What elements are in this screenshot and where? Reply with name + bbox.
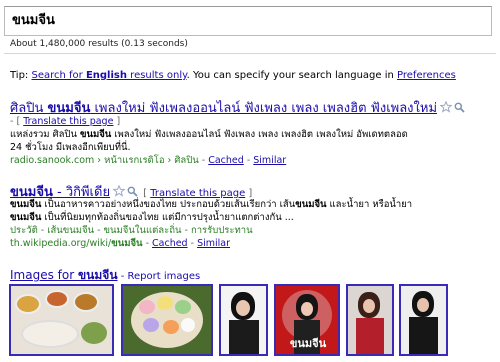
url-part: th.wikipedia.org/wiki/ [10,238,112,249]
image-thumbnail-singer-3[interactable] [346,284,394,356]
images-link[interactable]: Images for ขนมจีน [10,268,118,282]
snippet-text: แหล่งรวม ศิลปิน [10,129,80,140]
star-icon[interactable] [113,185,126,197]
snippet-bold: ขนมจีน [79,129,112,140]
snippet-bold: ขนมจีน [295,199,327,210]
result-url: radio.sanook.com › หน้าแรกเรดิโอ › ศิลปิ… [10,155,199,166]
preferences-link[interactable]: Preferences [397,70,456,81]
english-link-suffix: results only [127,70,187,81]
sitelink[interactable]: ประวัติ [10,225,38,236]
similar-link[interactable]: Similar [197,238,230,249]
language-tip: Tip: Search for English results only. Yo… [10,70,456,81]
title-bold: ขนมจีน [47,101,91,116]
result-snippet: 24 ชั่วโมง มีเพลงอีกเพียบที่นี่. [10,142,131,153]
images-section-header: Images for ขนมจีน - Report images [10,264,200,285]
translate-bracket: ] [113,116,121,127]
result-snippet: ขนมจีน เป็นที่นิยมทุกท้องถิ่นของไทย แต่ม… [10,211,496,224]
images-title-part: Images for [10,268,78,282]
snippet-bold: ขนมจีน [10,212,42,223]
url-bold: ขนมจีน [111,238,143,249]
search-result: ศิลปิน ขนมจีน เพลงใหม่ ฟังเพลงออนไลน์ ฟั… [10,97,496,167]
image-thumbnail-colorful-noodles[interactable] [121,284,213,356]
separator: - [187,238,198,249]
cached-link[interactable]: Cached [208,155,244,166]
image-thumbnail-singer-1[interactable] [219,284,268,356]
translate-link[interactable]: Translate this page [23,116,113,127]
result-url: th.wikipedia.org/wiki/ขนมจีน [10,238,143,249]
title-part: เพลงใหม่ ฟังเพลงออนไลน์ ฟังเพลง เพลง เพล… [90,101,438,116]
sitelink[interactable]: การรับประทาน [191,225,253,236]
image-thumbnail-singer-4[interactable] [399,284,448,356]
tip-middle-text: . You can specify your search language i… [186,70,398,81]
image-thumbnail-singer-2[interactable]: ขนมจีน [274,284,340,356]
thumb-logo-text: ขนมจีน [289,337,327,350]
separator: - [37,225,48,236]
title-part: ศิลปิน [10,101,48,116]
separator: - [198,155,209,166]
snippet-text: เป็นที่นิยมทุกท้องถิ่นของไทย แต่มีการปรุ… [41,212,294,223]
image-thumbnail-noodle-dishes[interactable] [9,284,114,356]
separator: - [181,225,191,236]
results-stats: About 1,480,000 results (0.13 seconds) [10,39,188,49]
sitelink[interactable]: ขนมจีนในแต่ละถิ่น [104,225,182,236]
snippet-text: เพลงใหม่ ฟังเพลงออนไลน์ ฟังเพลง เพลง เพล… [111,129,408,140]
report-images-link[interactable]: Report images [128,271,201,282]
separator: - [117,271,128,282]
result-title-link[interactable]: ศิลปิน ขนมจีน เพลงใหม่ ฟังเพลงออนไลน์ ฟั… [10,101,437,116]
cached-link[interactable]: Cached [152,238,188,249]
search-result: ขนมจีน - วิกิพีเดีย [ Translate this pag… [10,181,496,250]
english-link-bold: English [85,70,127,81]
snippet-text: เป็นอาหารคาวอย่างหนึ่งของไทย ประกอบด้วยเ… [41,199,296,210]
result-snippet: ขนมจีน เป็นอาหารคาวอย่างหนึ่งของไทย ประก… [10,198,496,211]
divider [4,53,496,54]
english-link-prefix: Search for [31,70,86,81]
translate-bracket: - [ [10,116,24,127]
tip-label: Tip: [10,70,29,81]
sitelink[interactable]: เส้นขนมจีน [47,225,94,236]
separator: - [94,225,104,236]
similar-link[interactable]: Similar [253,155,286,166]
separator: - [243,155,254,166]
english-only-link[interactable]: Search for English results only [31,70,186,81]
separator: - [142,238,153,249]
star-icon[interactable] [440,101,453,113]
result-snippet: แหล่งรวม ศิลปิน ขนมจีน เพลงใหม่ ฟังเพลงอ… [10,128,496,141]
magnifier-icon[interactable] [127,186,138,197]
snippet-bold: ขนมจีน [10,199,42,210]
magnifier-icon[interactable] [454,102,465,113]
snippet-text: และน้ำยา หรือน้ำยา [326,199,413,210]
images-title-bold: ขนมจีน [77,268,118,282]
search-input[interactable]: ขนมจีน [4,6,492,36]
sitelinks: ประวัติ - เส้นขนมจีน - ขนมจีนในแต่ละถิ่น… [10,224,496,237]
